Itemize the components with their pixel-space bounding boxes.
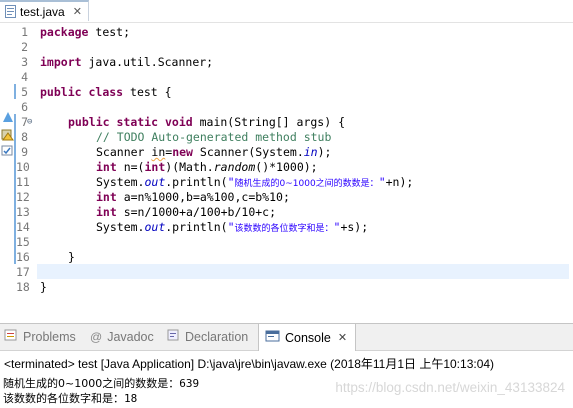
warning-icon[interactable] [1,129,14,141]
output-value: 18 [124,392,138,405]
tab-declaration[interactable]: Declaration [167,324,248,350]
tab-label: Declaration [185,330,249,344]
task-icon[interactable] [1,145,14,157]
tab-label: Problems [23,330,76,344]
tab-problems[interactable]: Problems [4,324,76,350]
override-marker-icon [3,112,13,122]
console-icon [265,330,280,346]
view-tab-bar: Problems @ Javadoc Declaration Console ✕ [0,324,573,351]
line-number: 2 [21,40,28,54]
output-value: 639 [179,377,200,390]
line-number-gutter: 1 2 3 4 5 6 7 8 9 10 11 12 13 14 15 16 1… [16,23,36,308]
code-line-3: import java.util.Scanner; [40,55,214,69]
code-line-11: System.out.println("随机生成的0~1000之间的数数是："+… [96,175,414,189]
line-number: 6 [21,100,28,114]
annotation-ruler [0,23,14,308]
line-number: 4 [21,70,28,84]
line-number: 9 [21,145,28,159]
editor-tab-label: test.java [20,4,65,19]
line-number: 11 [16,175,30,189]
code-line-14: System.out.println("该数数的各位数字和是："+s); [96,220,369,234]
editor-tab-bar: test.java ✕ [0,0,573,22]
close-icon[interactable]: ✕ [338,331,347,344]
tab-label: Console [285,330,331,345]
line-number: 5 [21,85,28,99]
line-number: 8 [21,130,28,144]
code-line-16: } [68,250,75,264]
code-line-18: } [40,280,47,294]
line-number: 17 [16,265,30,279]
fold-collapse-icon[interactable]: ⊖ [27,118,36,127]
problems-icon [4,329,18,345]
line-number: 13 [16,205,30,219]
code-line-1: package test; [40,25,131,39]
editor-tab-test-java[interactable]: test.java ✕ [0,0,89,21]
line-number: 1 [21,25,28,39]
editor-scrollbar[interactable] [569,23,573,308]
line-number: 12 [16,190,30,204]
code-line-7: public static void main(String[] args) { [68,115,345,129]
output-label: 该数数的各位数字和是： [3,392,124,405]
code-line-5: public class test { [40,85,172,99]
tab-console[interactable]: Console ✕ [258,324,357,351]
tab-label: Javadoc [107,330,154,344]
line-number: 3 [21,55,28,69]
output-label: 随机生成的0~1000之间的数数是： [3,377,180,390]
console-output-line-2: 该数数的各位数字和是：18 [3,390,137,406]
bottom-panel: Problems @ Javadoc Declaration Console ✕… [0,323,573,408]
watermark: https://blog.csdn.net/weixin_43133824 [335,380,565,395]
code-line-9: Scanner in=new Scanner(System.in); [96,145,332,159]
close-icon[interactable]: ✕ [73,5,82,18]
code-line-8: // TODO Auto-generated method stub [96,130,332,144]
line-number: 18 [16,280,30,294]
line-number: 15 [16,235,30,249]
console-status: <terminated> test [Java Application] D:\… [4,357,495,371]
code-line-10: int n=(int)(Math.random()*1000); [96,160,318,174]
line-number: 14 [16,220,30,234]
javadoc-icon: @ [90,330,103,344]
code-line-13: int s=n/1000+a/100+b/10+c; [96,205,277,219]
code-line-12: int a=n%1000,b=a%100,c=b%10; [96,190,290,204]
declaration-icon [167,329,180,345]
line-number: 16 [16,250,30,264]
tab-javadoc[interactable]: @ Javadoc [90,324,154,350]
current-line-highlight [37,264,573,279]
console-output-line-1: 随机生成的0~1000之间的数数是：639 [3,375,199,391]
line-number: 10 [16,160,30,174]
java-file-icon [5,5,16,18]
code-editor[interactable]: 1 2 3 4 5 6 7 8 9 10 11 12 13 14 15 16 1… [0,23,573,308]
